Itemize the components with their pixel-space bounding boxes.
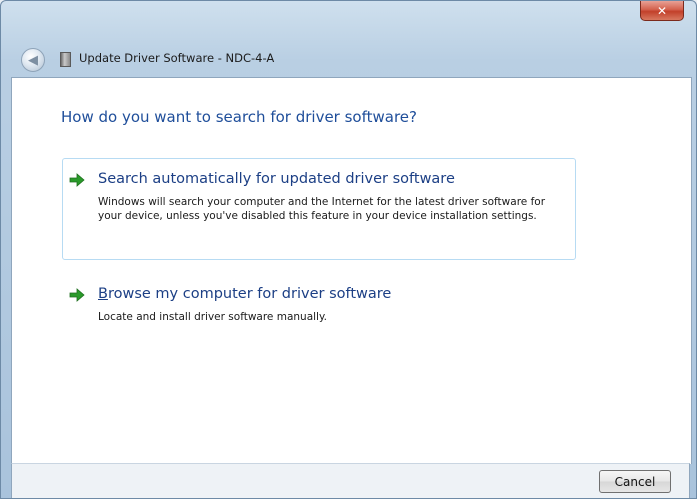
device-icon [60, 52, 71, 67]
browse-computer-option[interactable]: Browse my computer for driver software L… [62, 273, 576, 333]
option-title: Browse my computer for driver software [98, 286, 391, 302]
option-description: Windows will search your computer and th… [98, 196, 546, 222]
back-button[interactable]: ◀ [21, 48, 45, 72]
option-title-rest: rowse my computer for driver software [107, 286, 392, 302]
dialog-footer: Cancel [11, 463, 690, 498]
close-icon: ✕ [656, 3, 668, 18]
close-button[interactable]: ✕ [640, 1, 684, 21]
page-heading: How do you want to search for driver sof… [61, 108, 417, 126]
option-title: Search automatically for updated driver … [98, 171, 455, 187]
search-automatically-option[interactable]: Search automatically for updated driver … [62, 158, 576, 260]
back-arrow-icon: ◀ [28, 52, 38, 68]
green-arrow-icon [69, 288, 85, 302]
cancel-button[interactable]: Cancel [599, 470, 671, 493]
green-arrow-icon [69, 173, 85, 187]
dialog-window: ✕ ◀ Update Driver Software - NDC-4-A How… [0, 0, 697, 499]
wizard-content: How do you want to search for driver sof… [11, 77, 692, 464]
window-title: Update Driver Software - NDC-4-A [79, 51, 275, 65]
title-bar: ✕ ◀ Update Driver Software - NDC-4-A [1, 1, 696, 72]
option-description: Locate and install driver software manua… [98, 311, 328, 323]
access-key-letter: B [98, 286, 108, 302]
